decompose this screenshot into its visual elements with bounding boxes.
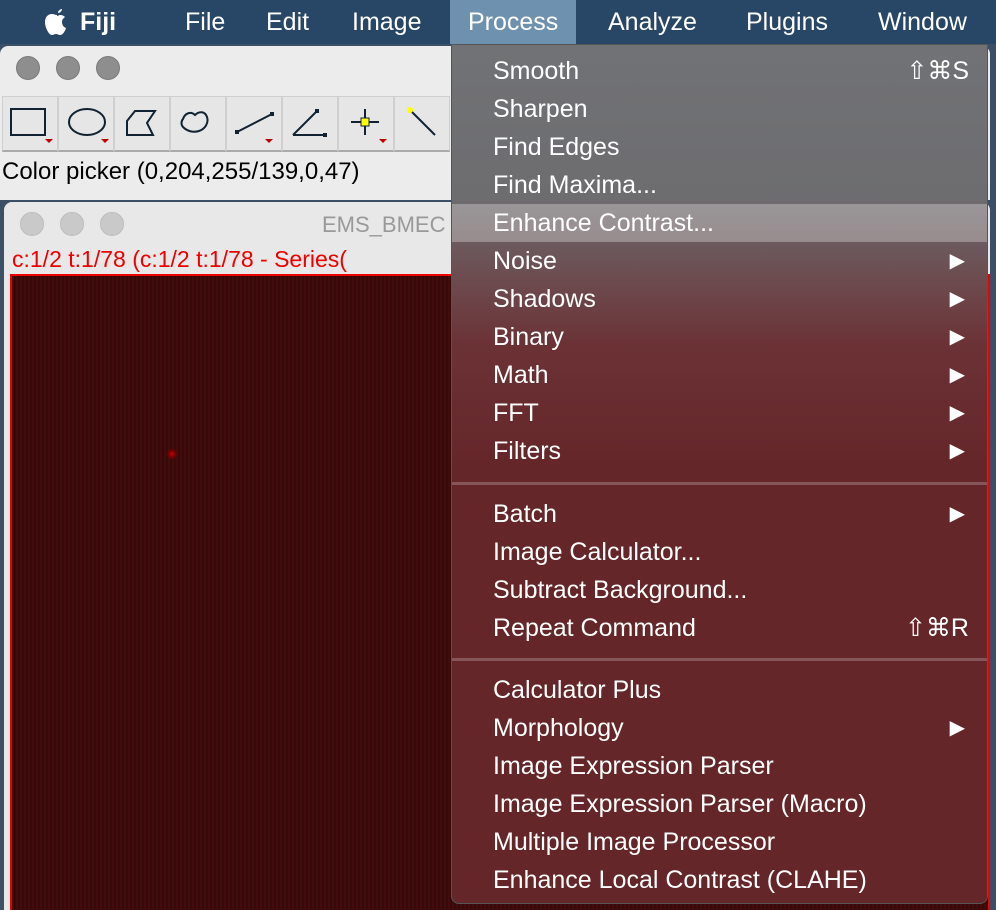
angle-icon (292, 109, 327, 137)
menu-item-label: Noise (493, 247, 557, 275)
menu-plugins[interactable]: Plugins (728, 0, 846, 44)
line-icon (235, 112, 274, 143)
menu-item-label: Enhance Local Contrast (CLAHE) (493, 866, 867, 894)
menu-item-label: Filters (493, 437, 562, 465)
menu-item-find-edges[interactable]: Find Edges (452, 128, 987, 166)
menu-item-label: FFT (493, 399, 539, 427)
window-controls[interactable] (16, 56, 120, 80)
menu-item-binary[interactable]: Binary ▶ (452, 318, 987, 356)
menu-bar: Fiji File Edit Image Process Analyze Plugins Wi… (0, 0, 996, 44)
menu-item-multiple-image-processor[interactable]: Multiple Image Processor (452, 823, 987, 861)
menu-item-find-maxima[interactable]: Find Maxima... (452, 166, 987, 204)
menu-item-image-expression-parser-macro[interactable]: Image Expression Parser (Macro) (452, 785, 987, 823)
wand-icon (407, 107, 436, 136)
menu-separator (452, 658, 987, 661)
menu-item-repeat-command[interactable]: Repeat Command ⇧⌘R (452, 609, 987, 647)
menu-item-label: Image Calculator... (493, 538, 702, 566)
menu-item-enhance-local-contrast-clahe[interactable]: Enhance Local Contrast (CLAHE) (452, 861, 987, 899)
menu-item-label: Repeat Command (493, 614, 696, 642)
submenu-arrow-icon: ▶ (949, 288, 965, 310)
menu-item-label: Calculator Plus (493, 676, 662, 704)
process-menu: Smooth ⇧⌘S Sharpen Find Edges Find Maxima...… (451, 44, 988, 904)
wand-tool[interactable] (394, 96, 450, 152)
zoom-button[interactable] (96, 56, 120, 80)
menu-image[interactable]: Image (334, 0, 439, 44)
menu-item-sharpen[interactable]: Sharpen (452, 90, 987, 128)
menu-item-image-expression-parser[interactable]: Image Expression Parser (452, 747, 987, 785)
menu-item-subtract-background[interactable]: Subtract Background... (452, 571, 987, 609)
menu-item-label: Math (493, 361, 549, 389)
freehand-icon (180, 111, 209, 133)
menu-window[interactable]: Window (860, 0, 985, 44)
close-button[interactable] (16, 56, 40, 80)
menu-edit[interactable]: Edit (248, 0, 327, 44)
submenu-arrow-icon: ▶ (949, 364, 965, 386)
point-tool[interactable] (338, 96, 394, 152)
menu-item-label: Smooth (493, 57, 580, 85)
menu-item-label: Find Edges (493, 133, 620, 161)
submenu-arrow-icon: ▶ (949, 250, 965, 272)
menu-item-label: Subtract Background... (493, 576, 748, 604)
menu-item-batch[interactable]: Batch ▶ (452, 495, 987, 533)
menu-item-label: Enhance Contrast... (493, 209, 714, 237)
polygon-tool[interactable] (114, 96, 170, 152)
status-text: Color picker (0,204,255/139,0,47) (2, 158, 360, 185)
angle-tool[interactable] (282, 96, 338, 152)
menu-item-enhance-contrast[interactable]: Enhance Contrast... (452, 204, 987, 242)
menu-item-smooth[interactable]: Smooth ⇧⌘S (452, 52, 987, 90)
submenu-arrow-icon: ▶ (949, 503, 965, 525)
oval-tool[interactable] (58, 96, 114, 152)
menu-item-shadows[interactable]: Shadows ▶ (452, 280, 987, 318)
rectangle-tool[interactable] (2, 96, 58, 152)
submenu-arrow-icon: ▶ (949, 440, 965, 462)
menu-item-label: Morphology (493, 714, 624, 742)
menu-item-label: Shadows (493, 285, 596, 313)
polygon-icon (126, 110, 157, 136)
submenu-arrow-icon: ▶ (949, 402, 965, 424)
menu-item-noise[interactable]: Noise ▶ (452, 242, 987, 280)
menu-process[interactable]: Process (450, 0, 577, 44)
shortcut-label: ⇧⌘S (906, 57, 969, 85)
minimize-button[interactable] (60, 212, 84, 236)
close-button[interactable] (20, 212, 44, 236)
oval-icon (68, 108, 109, 143)
point-icon (351, 109, 387, 143)
image-subtitle: c:1/2 t:1/78 (c:1/2 t:1/78 - Series( (12, 246, 347, 272)
menu-item-filters[interactable]: Filters ▶ (452, 432, 987, 470)
rectangle-icon (10, 108, 53, 143)
tool-buttons (2, 96, 450, 152)
menu-item-morphology[interactable]: Morphology ▶ (452, 709, 987, 747)
menu-item-label: Find Maxima... (493, 171, 657, 199)
menu-separator (452, 482, 987, 485)
minimize-button[interactable] (56, 56, 80, 80)
shortcut-label: ⇧⌘R (904, 614, 969, 642)
menu-item-label: Image Expression Parser (493, 752, 774, 780)
submenu-arrow-icon: ▶ (949, 717, 965, 739)
menu-fiji[interactable]: Fiji (62, 0, 134, 44)
freehand-tool[interactable] (170, 96, 226, 152)
menu-item-calculator-plus[interactable]: Calculator Plus (452, 671, 987, 709)
menu-item-image-calculator[interactable]: Image Calculator... (452, 533, 987, 571)
submenu-arrow-icon: ▶ (949, 326, 965, 348)
menu-item-math[interactable]: Math ▶ (452, 356, 987, 394)
menu-item-label: Sharpen (493, 95, 588, 123)
menu-item-label: Image Expression Parser (Macro) (493, 790, 867, 818)
window-controls[interactable] (20, 212, 124, 236)
menu-item-fft[interactable]: FFT ▶ (452, 394, 987, 432)
menu-item-label: Multiple Image Processor (493, 828, 776, 856)
menu-file[interactable]: File (167, 0, 243, 44)
menu-item-label: Binary (493, 323, 564, 351)
menu-analyze[interactable]: Analyze (590, 0, 715, 44)
line-tool[interactable] (226, 96, 282, 152)
menu-item-label: Batch (493, 500, 557, 528)
zoom-button[interactable] (100, 212, 124, 236)
window-title: EMS_BMEC (322, 212, 446, 237)
